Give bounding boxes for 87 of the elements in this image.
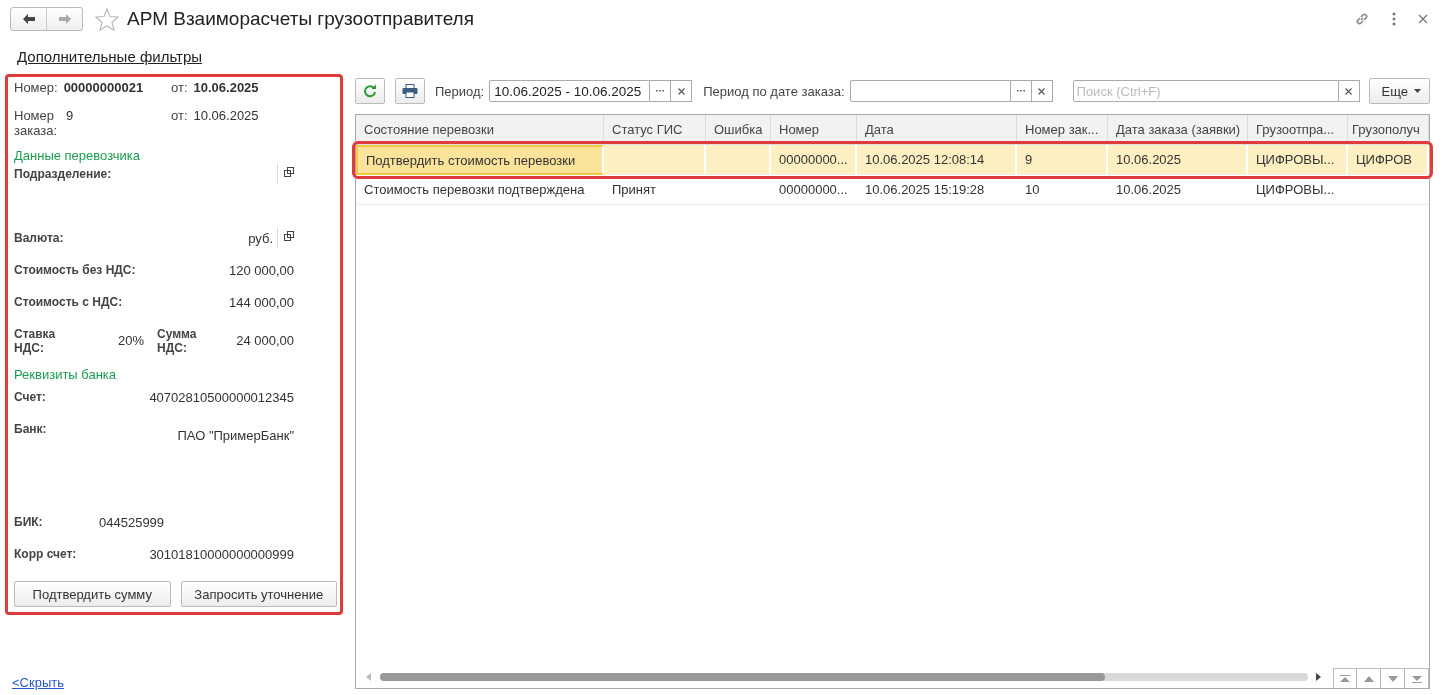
field-label: от: bbox=[171, 108, 188, 125]
print-button[interactable] bbox=[395, 78, 425, 104]
field-value: 120 000,00 bbox=[228, 263, 294, 278]
period-field[interactable]: 10.06.2025 - 10.06.2025 bbox=[489, 80, 651, 102]
field-label: от: bbox=[171, 80, 188, 97]
table-cell: 00000000... bbox=[771, 175, 857, 205]
next-row-button[interactable] bbox=[1381, 668, 1405, 688]
back-button[interactable] bbox=[10, 7, 47, 31]
table-cell: Подтвердить стоимость перевозки bbox=[356, 145, 604, 175]
field-value: 30101810000000000999 bbox=[149, 547, 294, 562]
field-label: БИК: bbox=[14, 515, 44, 529]
field-label: Ставка НДС: bbox=[14, 327, 57, 355]
back-arrow-icon bbox=[21, 13, 36, 25]
section-heading: Реквизиты банка bbox=[13, 367, 118, 384]
previous-row-button[interactable] bbox=[1357, 668, 1381, 688]
up-arrow-icon bbox=[1363, 675, 1374, 682]
select-period-button[interactable] bbox=[650, 80, 672, 102]
link-icon[interactable] bbox=[1354, 11, 1370, 27]
field-value: 24 000,00 bbox=[235, 333, 294, 348]
field-value: 10.06.2025 bbox=[193, 80, 259, 97]
scroll-left-icon[interactable] bbox=[366, 673, 372, 681]
table-cell: ЦИФРОВЫ... bbox=[1248, 145, 1348, 175]
table-cell: 10.06.2025 15:19:28 bbox=[857, 175, 1017, 205]
field-value: 40702810500000012345 bbox=[149, 390, 294, 405]
table-cell: 10.06.2025 12:08:14 bbox=[857, 145, 1017, 175]
field-label: Валюта: bbox=[14, 231, 65, 245]
field-value: 00000000021 bbox=[63, 80, 144, 97]
table-cell: 10 bbox=[1017, 175, 1108, 205]
field-label: Подразделение: bbox=[14, 167, 113, 181]
clear-icon bbox=[1038, 87, 1046, 95]
more-options-icon[interactable] bbox=[1392, 12, 1396, 26]
field-value: 9 bbox=[66, 108, 74, 125]
field-label: Стоимость без НДС: bbox=[14, 263, 137, 277]
field-value: 144 000,00 bbox=[228, 295, 294, 310]
clear-button[interactable] bbox=[671, 80, 693, 102]
period-label: Период: bbox=[435, 83, 485, 99]
field-label: Стоимость с НДС: bbox=[14, 295, 124, 309]
refresh-button[interactable] bbox=[355, 78, 385, 104]
down-arrow-icon bbox=[1387, 675, 1398, 682]
table-cell: ЦИФРОВ bbox=[1348, 145, 1429, 175]
caret-icon bbox=[1414, 89, 1421, 93]
table-cell: ЦИФРОВЫ... bbox=[1248, 175, 1348, 205]
printer-icon bbox=[402, 84, 418, 98]
field-value: 044525999 bbox=[99, 515, 165, 530]
close-icon[interactable] bbox=[1418, 14, 1428, 24]
window-title: АРМ Взаиморасчеты грузоотправителя bbox=[127, 8, 474, 30]
action-button[interactable]: Запросить уточнение bbox=[180, 581, 337, 607]
field-label: Счет: bbox=[14, 390, 47, 404]
star-icon[interactable] bbox=[95, 7, 119, 31]
refresh-icon bbox=[363, 84, 377, 98]
order-period-field[interactable] bbox=[849, 80, 1011, 102]
additional-filters-link[interactable]: Дополнительные фильтры bbox=[17, 47, 203, 65]
field-value: 10.06.2025 bbox=[193, 108, 259, 125]
clear-search-button[interactable] bbox=[1338, 80, 1360, 102]
field-value: руб. bbox=[248, 231, 273, 246]
field-label: Сумма НДС: bbox=[157, 327, 198, 355]
field-label: Банк: bbox=[14, 422, 48, 436]
table-cell: 9 bbox=[1017, 145, 1108, 175]
to-bottom-icon bbox=[1411, 674, 1422, 683]
clear-button[interactable] bbox=[1031, 80, 1053, 102]
action-button[interactable]: Подтвердить сумму bbox=[14, 581, 171, 607]
field-label: Номер заказа: bbox=[14, 108, 59, 140]
field-label: Номер: bbox=[14, 80, 58, 97]
more-button[interactable]: Еще bbox=[1368, 78, 1430, 104]
search-field[interactable]: Поиск (Ctrl+F) bbox=[1072, 80, 1339, 102]
to-top-icon bbox=[1340, 674, 1350, 683]
clear-icon bbox=[677, 87, 685, 95]
first-row-button[interactable] bbox=[1333, 668, 1357, 688]
field-label: Корр счет: bbox=[14, 547, 78, 561]
open-window-icon[interactable] bbox=[284, 231, 294, 241]
field-value: ПАО "ПримерБанк" bbox=[177, 428, 294, 443]
table-cell: 10.06.2025 bbox=[1108, 175, 1248, 205]
select-period-button[interactable] bbox=[1010, 80, 1032, 102]
section-heading: Данные перевозчика bbox=[13, 148, 141, 165]
table-cell: 10.06.2025 bbox=[1108, 145, 1248, 175]
scroll-right-icon[interactable] bbox=[1316, 673, 1322, 681]
hide-panel-link[interactable]: <Скрыть bbox=[5, 675, 343, 690]
table-cell: 00000000... bbox=[771, 145, 857, 175]
clear-icon bbox=[1345, 87, 1353, 95]
last-row-button[interactable] bbox=[1405, 668, 1429, 688]
forward-arrow-icon bbox=[57, 13, 72, 25]
field-value: 20% bbox=[116, 333, 144, 348]
table-row[interactable]: Стоимость перевозки подтверждена Принят 00000000... 10.06.2025 15:19:28 10 10.06.2025 ЦИФРОВЫ... bbox=[356, 175, 1429, 205]
open-window-icon[interactable] bbox=[284, 167, 294, 177]
table-cell: Стоимость перевозки подтверждена bbox=[356, 175, 604, 205]
order-period-label: Период по дате заказа: bbox=[703, 83, 845, 99]
table-cell: Принят bbox=[604, 175, 706, 205]
